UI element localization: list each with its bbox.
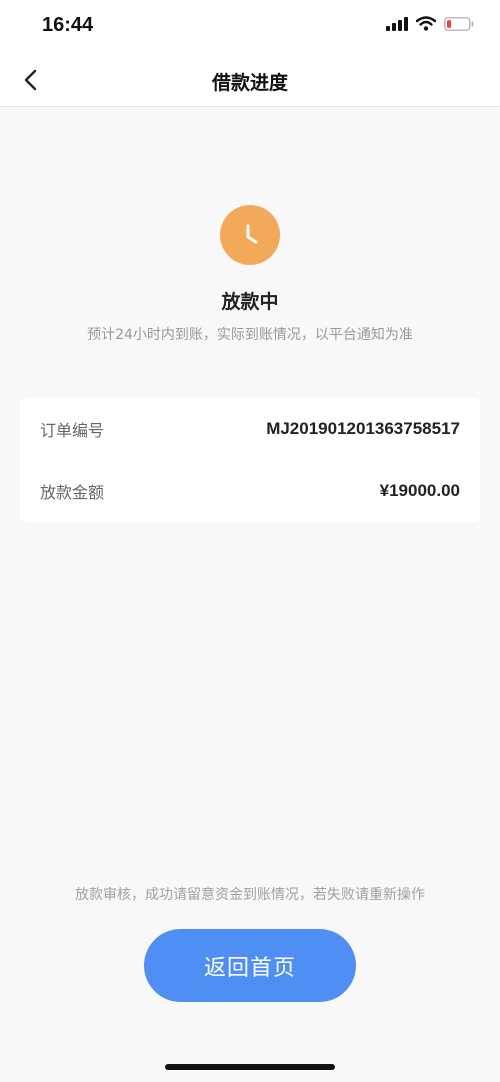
return-home-button[interactable]: 返回首页: [144, 929, 356, 1002]
status-subtitle: 预计24小时内到账，实际到账情况，以平台通知为准: [87, 327, 413, 343]
page-title: 借款进度: [211, 72, 288, 94]
home-indicator: [165, 1064, 335, 1070]
order-number-value: MJ201901201363758517: [266, 419, 460, 438]
battery-low-icon: [444, 16, 474, 31]
status-time: 16:44: [42, 14, 94, 36]
loan-info-card: 订单编号 MJ201901201363758517 放款金额 ¥19000.00: [20, 398, 480, 522]
order-number-label: 订单编号: [40, 421, 105, 440]
status-icons: [386, 16, 474, 31]
loan-amount-row: 放款金额 ¥19000.00: [40, 460, 460, 522]
order-number-row: 订单编号 MJ201901201363758517: [40, 398, 460, 460]
footer-note: 放款审核，成功请留意资金到账情况，若失败请重新操作: [75, 887, 425, 903]
signal-icon: [386, 16, 408, 31]
status-bar: 16:44: [0, 0, 500, 54]
loan-amount-value: ¥19000.00: [379, 481, 460, 500]
clock-icon: [220, 205, 280, 265]
loan-amount-label: 放款金额: [40, 483, 105, 502]
navigation-bar: 借款进度: [0, 54, 500, 107]
wifi-icon: [416, 16, 436, 31]
status-title: 放款中: [221, 291, 279, 313]
loan-status-section: 放款中 预计24小时内到账，实际到账情况，以平台通知为准: [0, 205, 500, 344]
